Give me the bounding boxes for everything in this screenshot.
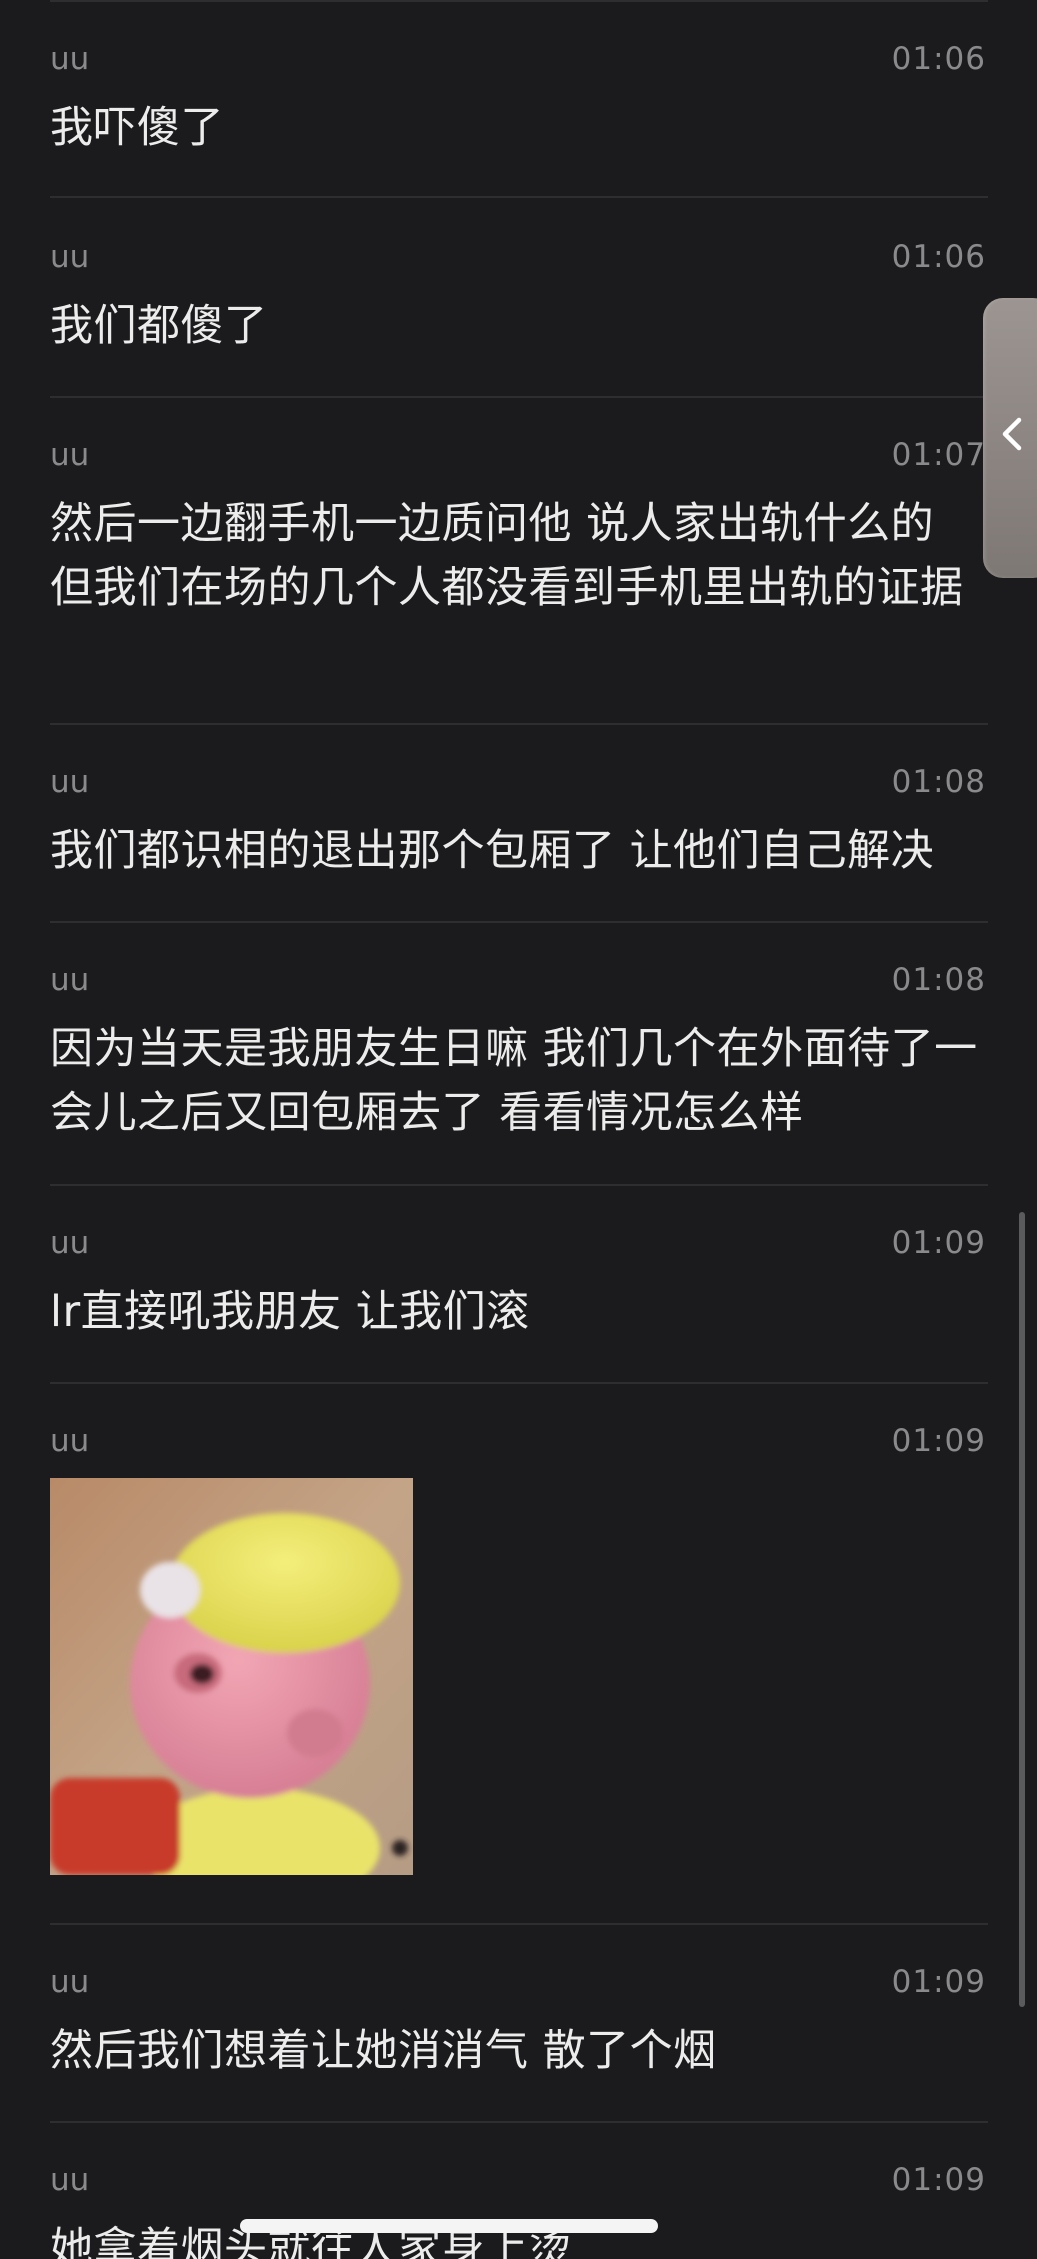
- message-time: 01:06: [891, 41, 986, 77]
- chat-message[interactable]: uu 01:09 lr直接吼我朋友 让我们滚: [50, 1224, 988, 1384]
- message-text: 我们都傻了: [50, 301, 268, 351]
- sender-name: uu: [50, 437, 90, 473]
- message-text: 我们都识相的退出那个包厢了 让他们自己解决: [50, 826, 935, 876]
- divider: [50, 921, 988, 923]
- chat-message[interactable]: uu 01:07 然后一边翻手机一边质问他 说人家出轨什么的 但我们在场的几个人…: [50, 436, 988, 725]
- chat-message[interactable]: uu 01:09 她拿着烟头就往人家身上烫: [50, 2161, 988, 2259]
- message-time: 01:06: [891, 239, 986, 275]
- chevron-left-icon: [1002, 417, 1022, 451]
- side-pull-tab[interactable]: [983, 298, 1037, 578]
- message-text: 然后我们想着让她消消气 散了个烟: [50, 2026, 717, 2076]
- message-time: 01:09: [891, 1423, 986, 1459]
- sender-name: uu: [50, 239, 90, 275]
- divider: [50, 0, 988, 2]
- divider: [50, 196, 988, 198]
- message-text: 然后一边翻手机一边质问他 说人家出轨什么的 但我们在场的几个人都没看到手机里出轨…: [50, 499, 964, 613]
- scrollbar[interactable]: [1019, 1212, 1025, 2007]
- chat-message[interactable]: uu 01:09: [50, 1422, 988, 1925]
- divider: [50, 1382, 988, 1384]
- divider: [50, 2121, 988, 2123]
- divider: [50, 396, 988, 398]
- sender-name: uu: [50, 1423, 90, 1459]
- sticker-image[interactable]: [50, 1478, 413, 1875]
- message-text: lr直接吼我朋友 让我们滚: [50, 1287, 530, 1337]
- sender-name: uu: [50, 1964, 90, 2000]
- home-indicator[interactable]: [240, 2219, 658, 2233]
- pink-cartoon-character-yellow-hat-sticker: [50, 1478, 413, 1875]
- sender-name: uu: [50, 41, 90, 77]
- message-time: 01:08: [891, 764, 986, 800]
- message-text: 我吓傻了: [50, 103, 224, 153]
- sender-name: uu: [50, 2162, 90, 2198]
- message-time: 01:09: [891, 1225, 986, 1261]
- sender-name: uu: [50, 764, 90, 800]
- chat-message[interactable]: uu 01:06 我们都傻了: [50, 238, 988, 398]
- divider: [50, 1923, 988, 1925]
- divider: [50, 1184, 988, 1186]
- sender-name: uu: [50, 1225, 90, 1261]
- chat-message[interactable]: uu 01:09 然后我们想着让她消消气 散了个烟: [50, 1963, 988, 2123]
- message-time: 01:09: [891, 1964, 986, 2000]
- message-time: 01:09: [891, 2162, 986, 2198]
- message-time: 01:07: [891, 437, 986, 473]
- message-time: 01:08: [891, 962, 986, 998]
- message-text: 因为当天是我朋友生日嘛 我们几个在外面待了一会儿之后又回包厢去了 看看情况怎么样: [50, 1024, 978, 1138]
- chat-message[interactable]: uu 01:08 因为当天是我朋友生日嘛 我们几个在外面待了一会儿之后又回包厢去…: [50, 961, 988, 1186]
- sender-name: uu: [50, 962, 90, 998]
- divider: [50, 723, 988, 725]
- chat-message[interactable]: uu 01:06 我吓傻了: [50, 40, 988, 198]
- chat-message[interactable]: uu 01:08 我们都识相的退出那个包厢了 让他们自己解决: [50, 763, 988, 923]
